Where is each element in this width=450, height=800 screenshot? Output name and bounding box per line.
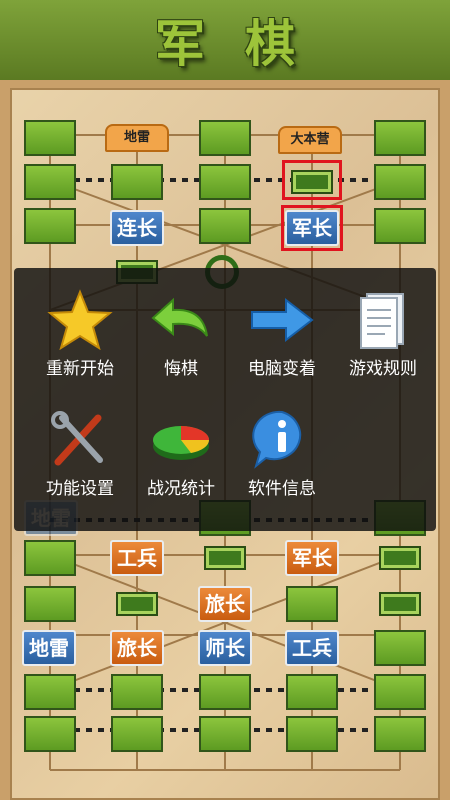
board-post[interactable] <box>374 674 426 710</box>
board-post[interactable] <box>24 716 76 752</box>
piece-label: 地雷 <box>123 130 150 145</box>
computer-move-button[interactable]: 电脑变着 <box>232 288 332 379</box>
board-post[interactable] <box>286 674 338 710</box>
board-post[interactable] <box>374 716 426 752</box>
board-post[interactable] <box>374 164 426 200</box>
board-post[interactable] <box>24 674 76 710</box>
pie-chart-icon <box>153 426 209 460</box>
board-post[interactable] <box>24 586 76 622</box>
selection-highlight <box>281 205 343 251</box>
board-piece-engineer[interactable]: 工兵 <box>285 630 339 666</box>
board-post[interactable] <box>24 164 76 200</box>
tools-icon <box>51 411 103 466</box>
statistics-button[interactable]: 战况统计 <box>131 408 231 499</box>
board-post[interactable] <box>199 674 251 710</box>
board-piece-engineer[interactable]: 工兵 <box>110 540 164 576</box>
board-post[interactable] <box>111 716 163 752</box>
computer-move-label: 电脑变着 <box>248 359 316 379</box>
board-post[interactable] <box>374 120 426 156</box>
camp-post[interactable] <box>204 546 246 570</box>
software-info-label: 软件信息 <box>248 479 316 499</box>
document-icon <box>360 293 404 349</box>
settings-label: 功能设置 <box>46 479 114 499</box>
board-post[interactable] <box>24 208 76 244</box>
game-rules-label: 游戏规则 <box>349 359 417 379</box>
board-piece-division[interactable]: 师长 <box>198 630 252 666</box>
headquarters-label[interactable]: 大本营 <box>278 126 342 154</box>
game-menu: 重新开始 悔棋 电脑变着 游戏规则 功能设置 战况统计 软件信息 <box>14 268 436 531</box>
title-bar: 军棋 <box>0 0 450 80</box>
star-icon <box>47 289 113 350</box>
restart-button[interactable]: 重新开始 <box>30 288 130 379</box>
board-post[interactable] <box>374 208 426 244</box>
restart-label: 重新开始 <box>46 359 114 379</box>
board-piece-army[interactable]: 军长 <box>285 540 339 576</box>
camp-post[interactable] <box>379 592 421 616</box>
board-piece-company[interactable]: 连长 <box>110 210 164 246</box>
board-post[interactable] <box>199 120 251 156</box>
board-post[interactable] <box>24 540 76 576</box>
board-post[interactable] <box>286 586 338 622</box>
board-piece-mine[interactable]: 地雷 <box>105 124 169 152</box>
board-piece-brigade[interactable]: 旅长 <box>110 630 164 666</box>
undo-arrow-icon <box>151 297 208 337</box>
board-post[interactable] <box>374 630 426 666</box>
page-title: 军棋 <box>155 14 335 73</box>
game-rules-button[interactable]: 游戏规则 <box>333 288 433 379</box>
camp-post[interactable] <box>116 592 158 616</box>
board-post[interactable] <box>199 164 251 200</box>
info-icon <box>252 410 302 469</box>
board-post[interactable] <box>199 208 251 244</box>
board-post[interactable] <box>286 716 338 752</box>
forward-arrow-icon <box>251 297 314 343</box>
board-post[interactable] <box>111 674 163 710</box>
software-info-button[interactable]: 软件信息 <box>232 408 332 499</box>
settings-button[interactable]: 功能设置 <box>30 408 130 499</box>
undo-button[interactable]: 悔棋 <box>131 288 231 379</box>
board-post[interactable] <box>199 716 251 752</box>
camp-post[interactable] <box>379 546 421 570</box>
statistics-label: 战况统计 <box>147 479 215 499</box>
board-post[interactable] <box>24 120 76 156</box>
board-post[interactable] <box>111 164 163 200</box>
undo-label: 悔棋 <box>164 359 198 379</box>
board-piece-brigade[interactable]: 旅长 <box>198 586 252 622</box>
board-piece-mine[interactable]: 地雷 <box>22 630 76 666</box>
selection-highlight <box>282 160 342 200</box>
